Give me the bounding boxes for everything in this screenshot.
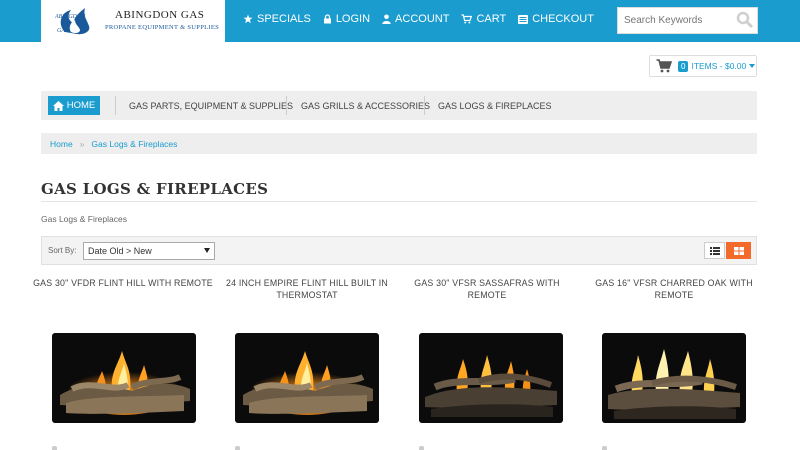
sort-toolbar: Sort By: Date Old > New <box>41 236 757 265</box>
specials-link[interactable]: SPECIALS <box>243 13 311 25</box>
svg-text:GAS: GAS <box>57 28 68 34</box>
breadcrumb-home-link[interactable]: Home <box>50 139 73 149</box>
star-icon <box>243 14 253 24</box>
nav-item-gas-grills[interactable]: GAS GRILLS & ACCESSORIES <box>301 91 430 120</box>
gas-log-fire-image <box>60 351 190 415</box>
account-link[interactable]: ACCOUNT <box>382 13 449 25</box>
checkout-link[interactable]: CHECKOUT <box>518 13 594 25</box>
product-rating-marker <box>235 446 240 450</box>
cart-total: ITEMS - $0.00 <box>691 61 747 71</box>
list-view-button[interactable] <box>704 242 725 259</box>
cart-summary-dropdown[interactable]: 0 ITEMS - $0.00 <box>649 55 757 77</box>
product-image[interactable] <box>419 333 563 423</box>
list-view-icon <box>709 246 720 255</box>
product-image[interactable] <box>602 333 746 423</box>
nav-home-button[interactable]: HOME <box>48 96 100 115</box>
nav-divider <box>424 96 425 115</box>
checkout-label: CHECKOUT <box>532 13 594 25</box>
nav-divider <box>286 96 287 115</box>
gas-log-fire-image <box>608 349 740 419</box>
svg-text:ABINGDON: ABINGDON <box>55 14 86 20</box>
product-rating-marker <box>52 446 57 450</box>
brand-tagline: PROPANE EQUIPMENT & SUPPLIES <box>105 24 220 31</box>
user-icon <box>382 14 391 24</box>
top-bar: ABINGDON GAS ABINGDON GAS PROPANE EQUIPM… <box>0 0 800 42</box>
brand-name: ABINGDON GAS <box>115 9 205 21</box>
list-icon <box>518 14 529 24</box>
nav-home-label: HOME <box>66 100 96 111</box>
login-link[interactable]: LOGIN <box>323 13 370 25</box>
page-title: GAS LOGS & FIREPLACES <box>41 180 269 198</box>
product-title-link[interactable]: GAS 30" VFSR SASSAFRAS WITH REMOTE <box>397 277 577 301</box>
site-logo[interactable]: ABINGDON GAS ABINGDON GAS PROPANE EQUIPM… <box>41 0 225 42</box>
lock-icon <box>323 14 331 24</box>
sort-select[interactable]: Date Old > New <box>83 242 215 260</box>
product-title-link[interactable]: GAS 16" VFSR CHARRED OAK WITH REMOTE <box>584 277 764 301</box>
sort-selected-value: Date Old > New <box>88 246 152 256</box>
main-navigation: HOME GAS PARTS, EQUIPMENT & SUPPLIES GAS… <box>41 91 757 120</box>
cart-count-badge: 0 <box>678 60 689 72</box>
breadcrumb: Home » Gas Logs & Fireplaces <box>41 133 757 154</box>
chevron-down-icon <box>204 248 210 253</box>
search-input[interactable] <box>618 8 730 33</box>
title-divider <box>41 201 757 202</box>
product-title-link[interactable]: 24 INCH EMPIRE FLINT HILL BUILT IN THERM… <box>217 277 397 301</box>
gas-log-fire-image <box>425 355 557 417</box>
product-title-link[interactable]: GAS 30" VFDR FLINT HILL WITH REMOTE <box>33 277 213 289</box>
gas-log-fire-image <box>243 351 373 415</box>
product-rating-marker <box>602 446 607 450</box>
shopping-cart-icon <box>656 59 672 73</box>
breadcrumb-separator: » <box>79 138 85 149</box>
logo-emblem-icon: ABINGDON GAS <box>55 8 90 35</box>
category-description: Gas Logs & Fireplaces <box>41 214 127 224</box>
grid-view-button[interactable] <box>726 242 751 259</box>
product-image[interactable] <box>52 333 196 423</box>
grid-view-icon <box>733 246 744 255</box>
top-navigation: SPECIALS LOGIN ACCOUNT CART CHECKOUT <box>243 13 606 25</box>
login-label: LOGIN <box>335 13 371 25</box>
nav-item-gas-parts[interactable]: GAS PARTS, EQUIPMENT & SUPPLIES <box>129 91 293 120</box>
search-icon[interactable] <box>736 11 754 29</box>
specials-label: SPECIALS <box>257 13 311 25</box>
account-label: ACCOUNT <box>395 13 450 25</box>
breadcrumb-current-link[interactable]: Gas Logs & Fireplaces <box>91 139 177 149</box>
product-image[interactable] <box>235 333 379 423</box>
sort-label: Sort By: <box>48 246 77 255</box>
home-icon <box>52 100 64 111</box>
nav-divider <box>115 96 116 115</box>
chevron-down-icon <box>749 64 756 68</box>
nav-item-gas-logs[interactable]: GAS LOGS & FIREPLACES <box>438 91 552 120</box>
cart-icon <box>461 14 473 24</box>
cart-link[interactable]: CART <box>461 13 506 25</box>
search-box <box>617 7 758 34</box>
product-rating-marker <box>419 446 424 450</box>
cart-label: CART <box>476 13 507 25</box>
